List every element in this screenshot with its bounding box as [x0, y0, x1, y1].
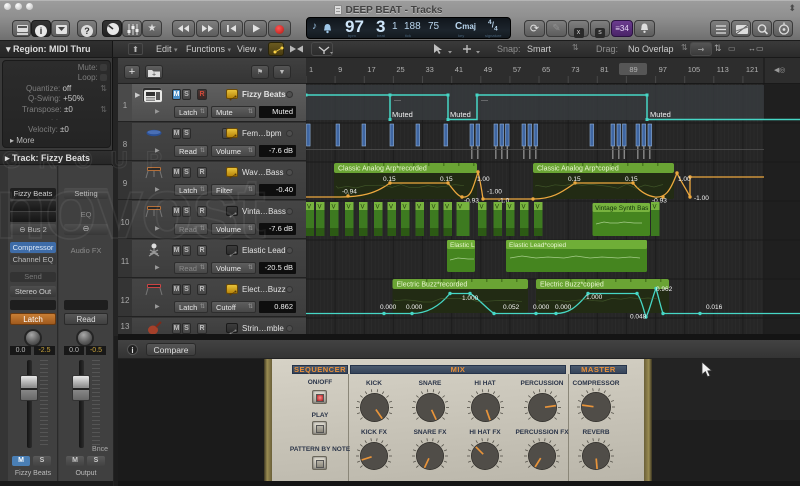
svg-text:—: — — [481, 97, 488, 104]
svg-text:25: 25 — [396, 65, 404, 74]
svg-text:V: V — [495, 205, 499, 211]
svg-text:41: 41 — [455, 65, 463, 74]
svg-text:33: 33 — [426, 65, 434, 74]
svg-text:0.016: 0.016 — [706, 304, 723, 311]
svg-text:V: V — [389, 205, 393, 211]
svg-text:1: 1 — [309, 65, 313, 74]
svg-text:65: 65 — [542, 65, 550, 74]
svg-text:0.000: 0.000 — [533, 304, 550, 311]
svg-text:Elastic Lead*copied: Elastic Lead*copied — [509, 242, 566, 249]
svg-text:V: V — [508, 205, 512, 211]
svg-text:V: V — [376, 205, 380, 211]
svg-text:-1.00: -1.00 — [694, 195, 709, 202]
svg-text:V: V — [522, 205, 526, 211]
svg-text:V: V — [403, 205, 407, 211]
svg-text:V: V — [458, 205, 462, 211]
svg-text:49: 49 — [484, 65, 492, 74]
svg-text:105: 105 — [688, 65, 701, 74]
svg-text:121: 121 — [746, 65, 759, 74]
svg-text:0.15: 0.15 — [383, 176, 396, 183]
svg-text:0.000: 0.000 — [406, 304, 423, 311]
svg-text:V: V — [480, 205, 484, 211]
svg-text:81: 81 — [600, 65, 608, 74]
svg-text:-1.00: -1.00 — [487, 189, 502, 196]
svg-text:113: 113 — [717, 65, 729, 74]
svg-text:0.962: 0.962 — [656, 286, 673, 293]
svg-text:V: V — [653, 205, 657, 211]
svg-text:9: 9 — [338, 65, 342, 74]
svg-text:V: V — [361, 205, 365, 211]
svg-text:1.00: 1.00 — [477, 176, 490, 183]
svg-text:Muted: Muted — [392, 110, 413, 119]
svg-text:Muted: Muted — [450, 110, 471, 119]
svg-text:V: V — [307, 205, 311, 211]
svg-text:1.00: 1.00 — [678, 176, 691, 183]
svg-text:0.000: 0.000 — [555, 304, 572, 311]
svg-text:V: V — [536, 205, 540, 211]
svg-text:Electric Buzz*recorded: Electric Buzz*recorded — [397, 282, 468, 289]
svg-text:89: 89 — [629, 65, 637, 74]
svg-text:0.052: 0.052 — [503, 304, 520, 311]
svg-text:0.15: 0.15 — [625, 176, 638, 183]
svg-text:-0.94: -0.94 — [342, 189, 357, 196]
svg-text:V: V — [445, 205, 449, 211]
svg-text:17: 17 — [367, 65, 375, 74]
svg-text:57: 57 — [513, 65, 521, 74]
svg-text:73: 73 — [571, 65, 579, 74]
svg-text:—: — — [394, 97, 401, 104]
svg-text:V: V — [417, 205, 421, 211]
svg-text:Muted: Muted — [650, 110, 671, 119]
svg-text:0.000: 0.000 — [380, 304, 397, 311]
svg-text:97: 97 — [659, 65, 667, 74]
svg-text:Elastic L: Elastic L — [450, 242, 475, 249]
svg-text:V: V — [347, 205, 351, 211]
svg-text:Classic Analog Arp*recorded: Classic Analog Arp*recorded — [338, 166, 427, 173]
svg-text:V: V — [432, 205, 436, 211]
svg-text:0.15: 0.15 — [440, 176, 453, 183]
svg-text:Classic Analog Arp*copied: Classic Analog Arp*copied — [537, 166, 619, 173]
svg-text:◀◎: ◀◎ — [774, 67, 786, 74]
svg-text:+: + — [152, 72, 156, 79]
svg-text:0.15: 0.15 — [568, 176, 581, 183]
svg-text:Vintage Synth Bas: Vintage Synth Bas — [595, 205, 649, 212]
svg-text:V: V — [332, 205, 336, 211]
svg-text:Electric Buzz*copied: Electric Buzz*copied — [540, 282, 604, 289]
svg-text:V: V — [318, 205, 322, 211]
svg-text:0.048: 0.048 — [630, 314, 647, 321]
